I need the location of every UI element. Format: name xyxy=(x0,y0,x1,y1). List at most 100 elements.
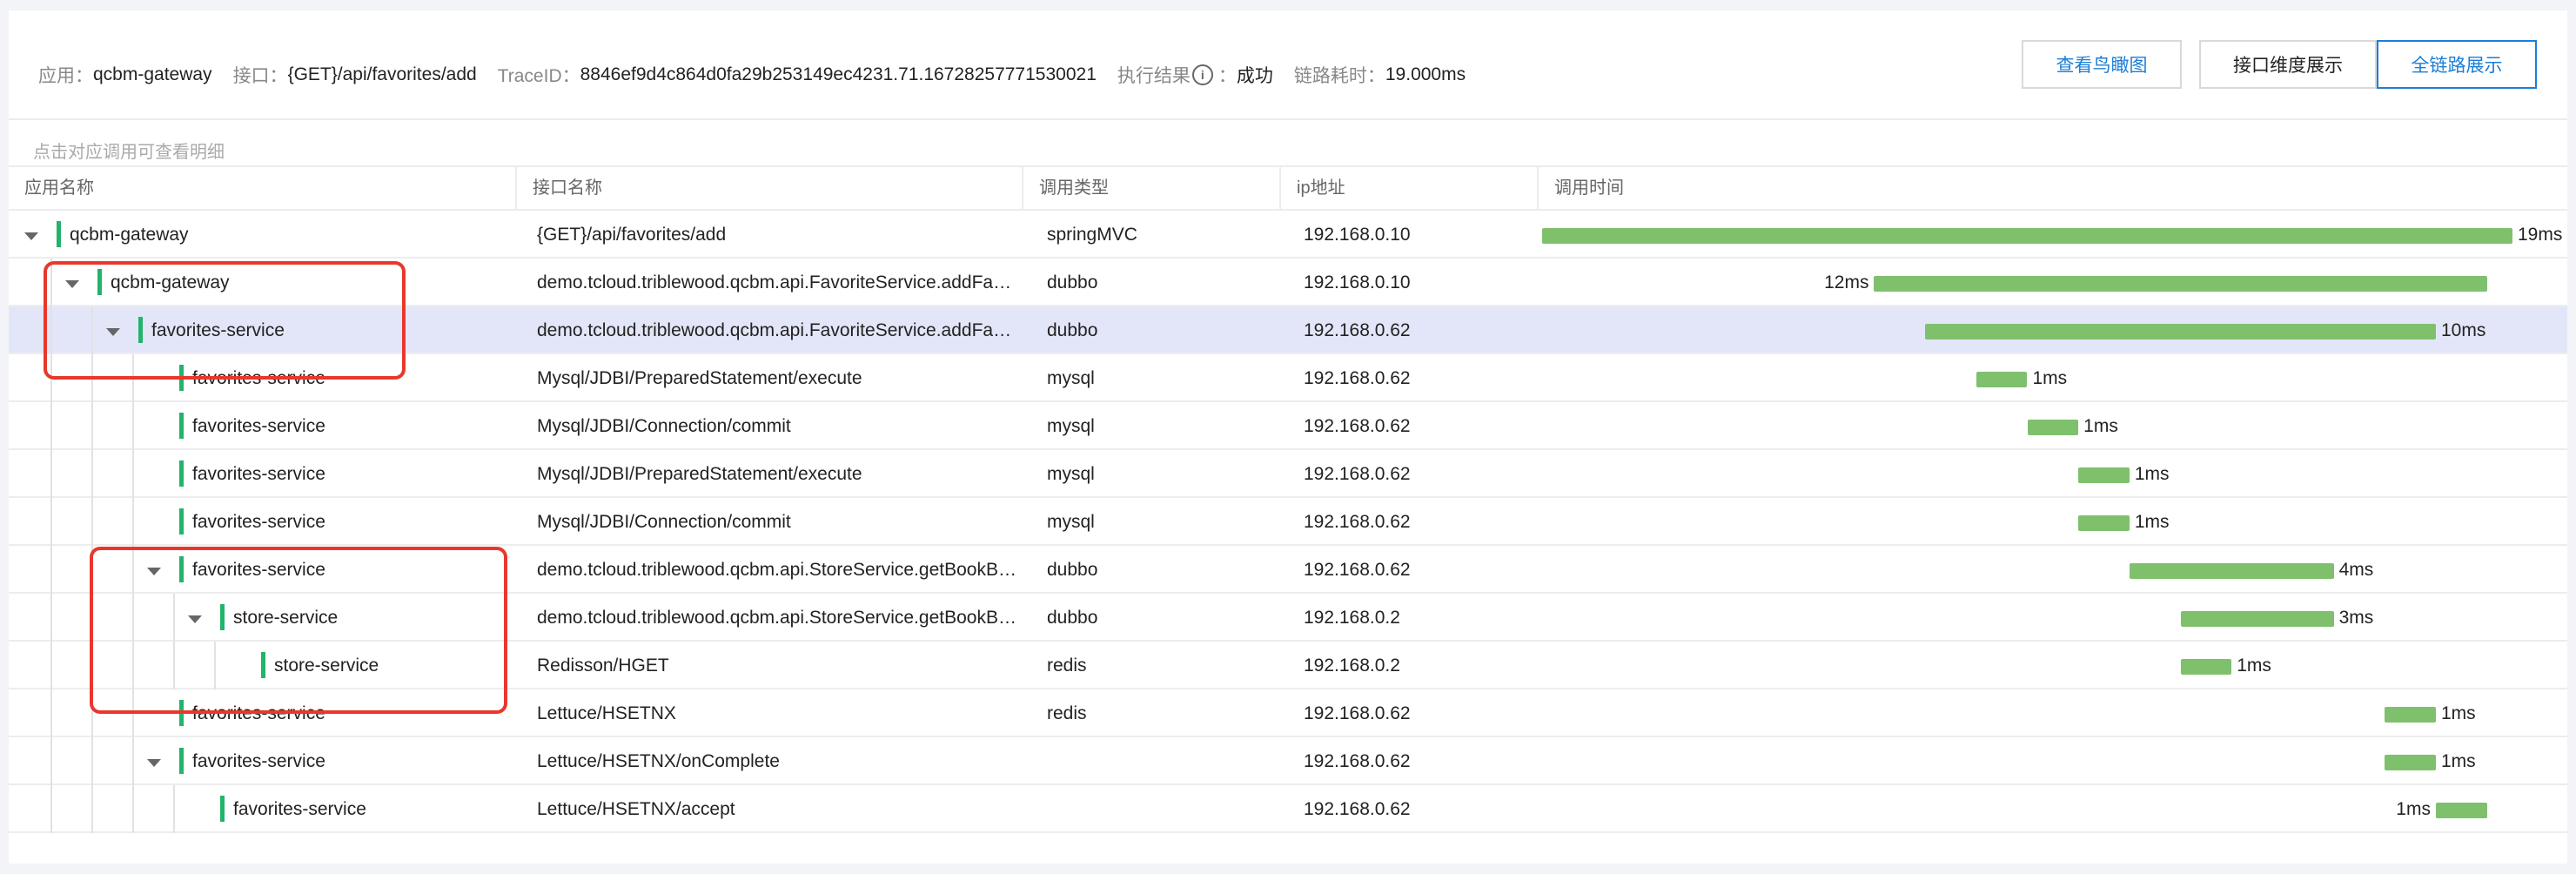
row-ip-address: 192.168.0.2 xyxy=(1304,608,1400,628)
interface-view-button[interactable]: 接口维度展示 xyxy=(2199,40,2377,89)
expand-caret-icon[interactable] xyxy=(188,615,202,623)
row-ip-address: 192.168.0.62 xyxy=(1304,703,1411,723)
tree-guide-line xyxy=(50,498,52,546)
duration-value: 19.000ms xyxy=(1385,64,1466,84)
duration-bar[interactable] xyxy=(2385,755,2436,770)
row-ip-address: 192.168.0.62 xyxy=(1304,320,1411,340)
row-interface-name: demo.tcloud.triblewood.qcbm.api.Favorite… xyxy=(537,320,1020,340)
row-call-type: springMVC xyxy=(1047,225,1137,245)
interface-value: {GET}/api/favorites/add xyxy=(287,64,477,84)
row-app-name: store-service xyxy=(233,608,339,628)
table-row[interactable]: store-service demo.tcloud.triblewood.qcbm… xyxy=(9,594,2567,642)
tree-guide-line xyxy=(132,737,134,785)
table-row[interactable]: store-service Redisson/HGET redis 192.168.0… xyxy=(9,642,2567,689)
duration-bar[interactable] xyxy=(2385,707,2436,723)
table-row[interactable]: favorites-service Lettuce/HSETNX/accept 19… xyxy=(9,785,2567,833)
tree-guide-line xyxy=(91,450,93,498)
duration-label: 12ms xyxy=(1824,272,1869,292)
tree-guide-line xyxy=(91,594,93,642)
row-app-name: favorites-service xyxy=(192,368,325,388)
table-row[interactable]: favorites-service demo.tcloud.triblewood.… xyxy=(9,546,2567,594)
table-row[interactable]: favorites-service Mysql/JDBI/PreparedStat… xyxy=(9,450,2567,498)
duration-label: 1ms xyxy=(2237,656,2271,676)
column-call-time: 调用时间 xyxy=(1537,167,2567,209)
expand-caret-icon[interactable] xyxy=(65,280,79,288)
row-call-type xyxy=(1047,785,1273,833)
table-row[interactable]: favorites-service Lettuce/HSETNX/onComple… xyxy=(9,737,2567,785)
table-row[interactable]: favorites-service Mysql/JDBI/Connection/c… xyxy=(9,498,2567,546)
row-interface-name: Lettuce/HSETNX/onComplete xyxy=(537,751,780,771)
tree-guide-line xyxy=(91,785,93,833)
row-ip-address: 192.168.0.62 xyxy=(1304,512,1411,532)
row-call-type: dubbo xyxy=(1047,560,1098,580)
row-call-type: redis xyxy=(1047,656,1087,676)
column-interface-name: 接口名称 xyxy=(515,167,1022,209)
row-ip-address: 192.168.0.62 xyxy=(1304,799,1411,819)
table-row[interactable]: favorites-service Mysql/JDBI/PreparedStat… xyxy=(9,354,2567,402)
tree-guide-line xyxy=(132,450,134,498)
result-label: 执行结果 xyxy=(1117,66,1191,86)
duration-label: 链路耗时： xyxy=(1293,66,1385,86)
duration-label: 3ms xyxy=(2338,608,2374,628)
duration-bar[interactable] xyxy=(2180,659,2232,675)
row-app-name: favorites-service xyxy=(192,560,325,580)
duration-bar[interactable] xyxy=(1925,324,2436,340)
app-marker xyxy=(261,652,265,678)
row-interface-name: Lettuce/HSETNX/accept xyxy=(537,799,735,819)
row-interface-name: Mysql/JDBI/Connection/commit xyxy=(537,416,791,436)
duration-bar[interactable] xyxy=(1542,228,2512,244)
duration-bar[interactable] xyxy=(2078,515,2130,531)
table-row[interactable]: qcbm-gateway demo.tcloud.triblewood.qcbm.… xyxy=(9,259,2567,306)
trace-id-label: TraceID： xyxy=(497,66,580,86)
tree-guide-line xyxy=(91,689,93,737)
row-ip-address: 192.168.0.62 xyxy=(1304,368,1411,388)
duration-bar[interactable] xyxy=(2435,803,2487,818)
app-label: 应用： xyxy=(38,66,93,86)
expand-caret-icon[interactable] xyxy=(24,232,38,240)
expand-caret-icon[interactable] xyxy=(106,328,120,336)
row-call-type: mysql xyxy=(1047,368,1095,388)
row-call-type: dubbo xyxy=(1047,608,1098,628)
trace-header: 应用： qcbm-gateway 接口： {GET}/api/favorites… xyxy=(9,10,2567,120)
table-row[interactable]: favorites-service Lettuce/HSETNX redis 192.… xyxy=(9,689,2567,737)
row-ip-address: 192.168.0.62 xyxy=(1304,464,1411,484)
tree-guide-line xyxy=(214,642,216,689)
duration-bar[interactable] xyxy=(2180,611,2334,627)
app-marker xyxy=(220,796,225,822)
duration-bar[interactable] xyxy=(2129,563,2334,579)
table-row[interactable]: favorites-service demo.tcloud.triblewood.… xyxy=(9,306,2567,354)
row-call-type: mysql xyxy=(1047,464,1095,484)
tree-guide-line xyxy=(50,354,52,402)
app-marker xyxy=(179,508,184,534)
row-interface-name: demo.tcloud.triblewood.qcbm.api.StoreSer… xyxy=(537,608,1020,628)
tree-guide-line xyxy=(50,259,52,306)
duration-bar[interactable] xyxy=(2027,420,2079,435)
row-app-name: qcbm-gateway xyxy=(70,225,189,245)
trace-panel: 应用： qcbm-gateway 接口： {GET}/api/favorites… xyxy=(9,10,2567,864)
table-header: 应用名称 接口名称 调用类型 ip地址 调用时间 xyxy=(9,165,2567,211)
app-marker xyxy=(179,556,184,582)
row-app-name: qcbm-gateway xyxy=(111,272,230,292)
app-marker xyxy=(138,317,143,343)
duration-bar[interactable] xyxy=(1874,276,2487,292)
duration-label: 10ms xyxy=(2440,320,2486,340)
full-chain-button[interactable]: 全链路展示 xyxy=(2377,40,2537,89)
table-row[interactable]: favorites-service Mysql/JDBI/Connection/c… xyxy=(9,402,2567,450)
duration-bar[interactable] xyxy=(1976,372,2028,387)
tree-guide-line xyxy=(50,642,52,689)
birdseye-button[interactable]: 查看鸟瞰图 xyxy=(2022,40,2182,89)
tree-guide-line xyxy=(173,642,175,689)
tree-guide-line xyxy=(91,737,93,785)
tree-guide-line xyxy=(132,402,134,450)
tree-guide-line xyxy=(50,594,52,642)
table-row[interactable]: qcbm-gateway {GET}/api/favorites/add sprin… xyxy=(9,211,2567,259)
app-marker xyxy=(179,461,184,487)
row-ip-address: 192.168.0.10 xyxy=(1304,272,1411,292)
row-ip-address: 192.168.0.62 xyxy=(1304,751,1411,771)
tree-guide-line xyxy=(132,594,134,642)
info-icon[interactable]: i xyxy=(1191,64,1213,85)
expand-caret-icon[interactable] xyxy=(147,568,161,575)
expand-caret-icon[interactable] xyxy=(147,759,161,767)
duration-bar[interactable] xyxy=(2078,467,2130,483)
tree-guide-line xyxy=(91,546,93,594)
